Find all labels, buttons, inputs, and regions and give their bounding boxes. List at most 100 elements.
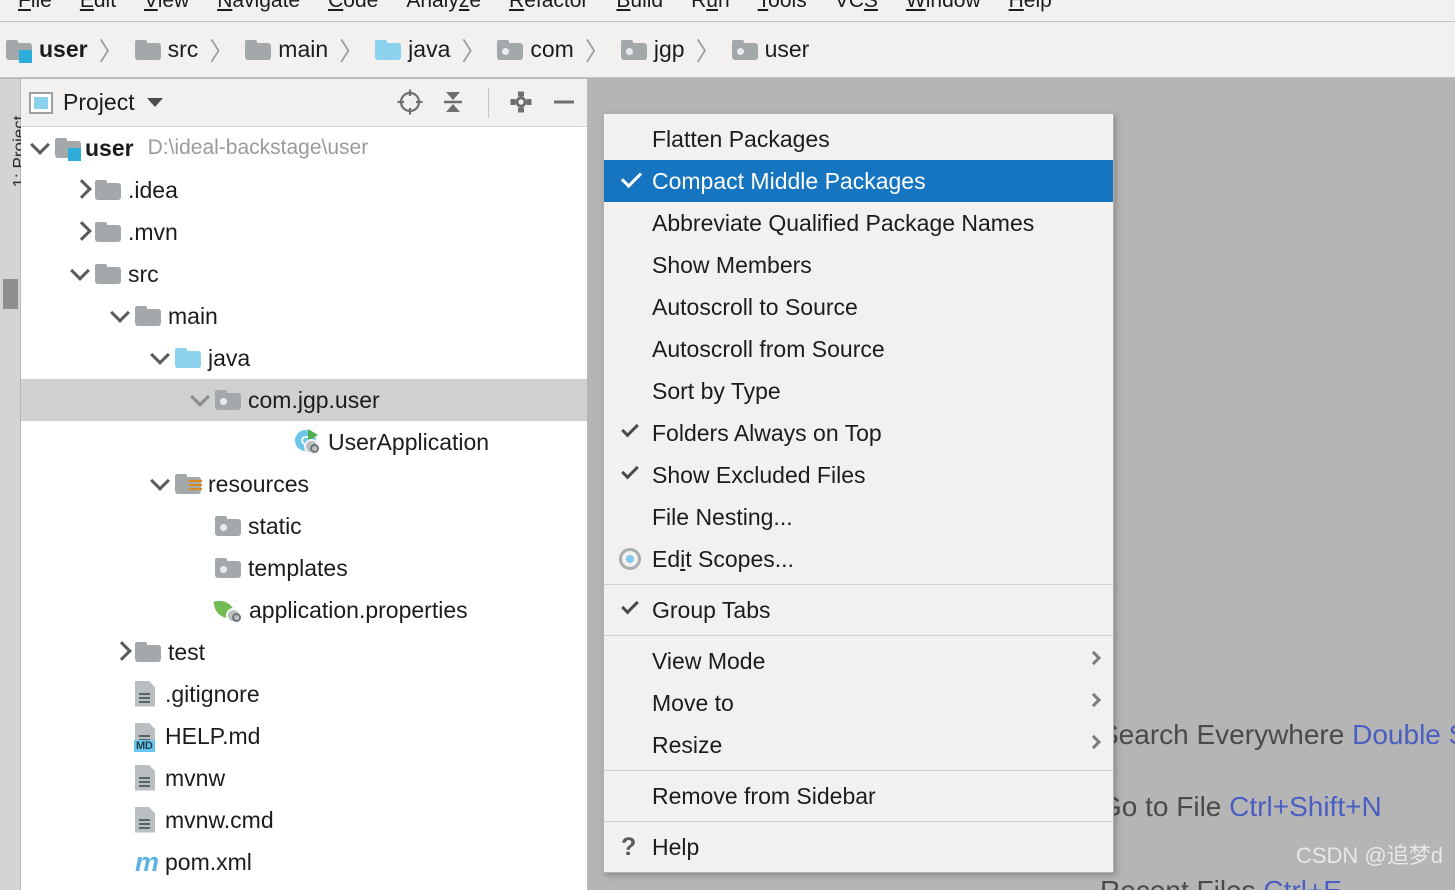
- editor-shortcut-hint: Recent Files Ctrl+E: [1100, 875, 1342, 890]
- tree-row[interactable]: m pom.xml: [21, 841, 587, 883]
- context-menu-item-help[interactable]: ? Help: [604, 826, 1113, 868]
- context-menu-item-folders-always-on-top[interactable]: Folders Always on Top: [604, 412, 1113, 454]
- chevron-down-icon[interactable]: [149, 337, 175, 379]
- chevron-right-icon[interactable]: [69, 211, 95, 253]
- tree-item-label: .gitignore: [165, 680, 260, 707]
- context-menu-item-compact-middle-packages[interactable]: Compact Middle Packages: [604, 160, 1113, 202]
- menu-view[interactable]: View: [130, 0, 203, 16]
- chevron-down-icon[interactable]: [146, 98, 163, 107]
- chevron-down-icon[interactable]: [69, 253, 95, 295]
- menu-icon-slot: [618, 412, 652, 454]
- menu-edit[interactable]: Edit: [66, 0, 130, 16]
- tree-indent-spacer: [109, 673, 135, 715]
- context-menu-item-show-excluded-files[interactable]: Show Excluded Files: [604, 454, 1113, 496]
- hint-shortcut: Ctrl+E: [1263, 875, 1342, 890]
- context-menu-item-remove-from-sidebar[interactable]: Remove from Sidebar: [604, 775, 1113, 817]
- project-panel-header: Project: [21, 79, 587, 127]
- menu-help[interactable]: Help: [995, 0, 1066, 16]
- tree-row[interactable]: user D:\ideal-backstage\user: [21, 127, 587, 169]
- context-menu-item-show-members[interactable]: Show Members: [604, 244, 1113, 286]
- context-menu-item-autoscroll-from-source[interactable]: Autoscroll from Source: [604, 328, 1113, 370]
- spring-class-icon: C: [295, 429, 321, 455]
- menu-icon-slot: [618, 640, 652, 682]
- project-options-context-menu[interactable]: Flatten Packages Compact Middle Packages A…: [603, 113, 1114, 873]
- chevron-right-icon[interactable]: [109, 631, 135, 673]
- locate-icon[interactable]: [396, 88, 426, 118]
- tree-row[interactable]: .gitignore: [21, 673, 587, 715]
- package-folder-icon: [731, 39, 758, 60]
- tree-row[interactable]: templates: [21, 547, 587, 589]
- context-menu-item-sort-by-type[interactable]: Sort by Type: [604, 370, 1113, 412]
- context-menu-item-file-nesting[interactable]: File Nesting...: [604, 496, 1113, 538]
- chevron-down-icon[interactable]: [189, 379, 215, 421]
- tree-indent-spacer: [189, 547, 215, 589]
- chevron-down-icon[interactable]: [149, 463, 175, 505]
- menu-run[interactable]: Run: [677, 0, 744, 16]
- tree-row[interactable]: .idea: [21, 169, 587, 211]
- chevron-down-icon[interactable]: [29, 127, 55, 169]
- context-menu-item-edit-scopes[interactable]: Edit Scopes...: [604, 538, 1113, 580]
- tree-row[interactable]: application.properties: [21, 589, 587, 631]
- package-folder-icon: [620, 39, 647, 60]
- context-menu-item-autoscroll-to-source[interactable]: Autoscroll to Source: [604, 286, 1113, 328]
- menu-item-label: Resize: [652, 731, 723, 758]
- context-menu-item-flatten-packages[interactable]: Flatten Packages: [604, 118, 1113, 160]
- folder-icon: [95, 180, 121, 200]
- menu-item-label: View Mode: [652, 647, 766, 674]
- menu-refactor[interactable]: Refactor: [495, 0, 602, 16]
- submenu-chevron-icon: [1086, 650, 1102, 666]
- chevron-down-icon[interactable]: [109, 295, 135, 337]
- menu-icon-slot: [618, 286, 652, 328]
- project-view-icon: [29, 91, 53, 114]
- collapse-all-icon[interactable]: [440, 88, 470, 118]
- breadcrumb-item-jgp[interactable]: jgp: [620, 36, 685, 63]
- breadcrumb-item-src[interactable]: src: [134, 36, 198, 63]
- context-menu-item-move-to[interactable]: Move to: [604, 682, 1113, 724]
- tree-row[interactable]: src: [21, 253, 587, 295]
- breadcrumb-item-user[interactable]: user: [6, 36, 88, 63]
- tree-row[interactable]: mvnw.cmd: [21, 799, 587, 841]
- tree-row[interactable]: test: [21, 631, 587, 673]
- project-path-label: D:\ideal-backstage\user: [147, 136, 369, 159]
- menu-navigate[interactable]: Navigate: [203, 0, 314, 16]
- chevron-right-icon[interactable]: [69, 169, 95, 211]
- tree-item-label: test: [168, 638, 206, 665]
- tree-indent-spacer: [109, 841, 135, 883]
- tree-row[interactable]: com.jgp.user: [21, 379, 587, 421]
- context-menu-item-group-tabs[interactable]: Group Tabs: [604, 589, 1113, 631]
- minimize-icon[interactable]: [551, 88, 581, 118]
- tree-row[interactable]: C UserApplication: [21, 421, 587, 463]
- sidebar-drag-handle[interactable]: [3, 279, 18, 309]
- project-tree[interactable]: user D:\ideal-backstage\user .idea .mvn src m…: [21, 127, 587, 890]
- breadcrumb-item-com[interactable]: com: [497, 36, 574, 63]
- menu-vcs[interactable]: VCS: [821, 0, 892, 16]
- gear-icon[interactable]: [507, 88, 537, 118]
- menu-window[interactable]: Window: [892, 0, 995, 16]
- tree-row[interactable]: java: [21, 337, 587, 379]
- tree-row[interactable]: mvnw: [21, 757, 587, 799]
- menu-analyze[interactable]: Analyze: [392, 0, 495, 16]
- tree-indent-spacer: [189, 589, 215, 631]
- breadcrumb-item-user[interactable]: user: [731, 36, 809, 63]
- breadcrumb[interactable]: user 〉 src 〉 main 〉 java 〉 com 〉 jgp 〉 user: [0, 22, 1455, 78]
- tree-row[interactable]: .mvn: [21, 211, 587, 253]
- context-menu-item-view-mode[interactable]: View Mode: [604, 640, 1113, 682]
- tree-row[interactable]: main: [21, 295, 587, 337]
- breadcrumb-label: jgp: [653, 36, 685, 62]
- tree-row[interactable]: static: [21, 505, 587, 547]
- menu-file[interactable]: File: [4, 0, 66, 16]
- context-menu-item-resize[interactable]: Resize: [604, 724, 1113, 766]
- menu-code[interactable]: Code: [314, 0, 392, 16]
- tree-row[interactable]: MD HELP.md: [21, 715, 587, 757]
- menu-tools[interactable]: Tools: [744, 0, 821, 16]
- menu-build[interactable]: Build: [602, 0, 677, 16]
- folder-icon: [245, 39, 272, 60]
- module-folder-icon: [55, 138, 81, 161]
- breadcrumb-item-main[interactable]: main: [245, 36, 328, 63]
- tree-row[interactable]: resources: [21, 463, 587, 505]
- watermark: CSDN @追梦d: [1295, 843, 1443, 868]
- context-menu-item-abbreviate-qualified-package-names[interactable]: Abbreviate Qualified Package Names: [604, 202, 1113, 244]
- breadcrumb-item-java[interactable]: java: [375, 36, 450, 63]
- project-tool-window: Project user D:\ideal-backstage\user .id…: [21, 79, 588, 890]
- tree-item-label: user: [85, 134, 134, 161]
